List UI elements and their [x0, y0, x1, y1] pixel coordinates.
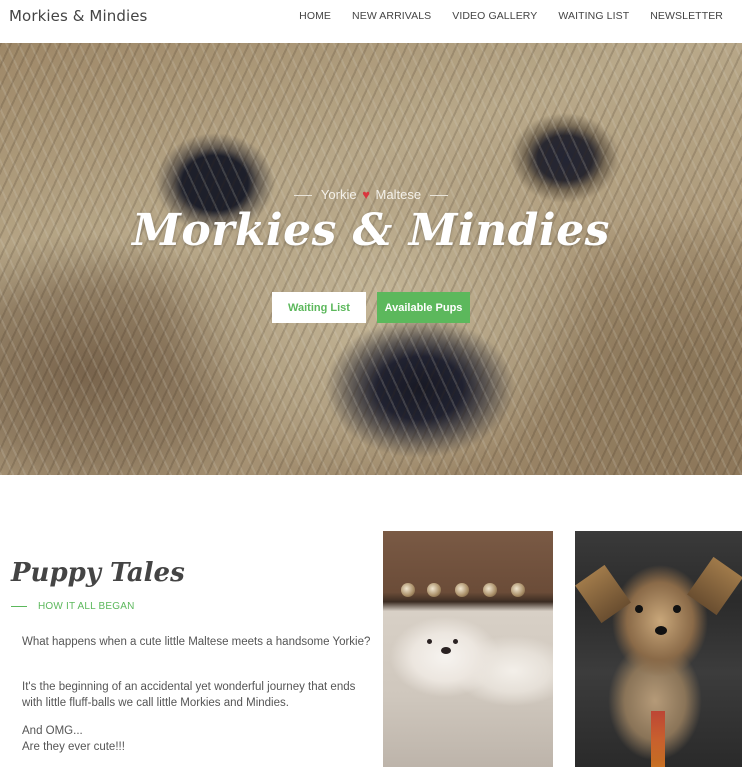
main-nav: HOME NEW ARRIVALS VIDEO GALLERY WAITING …: [278, 10, 723, 22]
dog-ear: [575, 564, 631, 624]
tagline-maltese: Maltese: [375, 187, 422, 202]
hero-overlay: [0, 43, 742, 475]
site-header: Morkies & Mindies HOME NEW ARRIVALS VIDE…: [0, 0, 742, 43]
tagline-right-dash: [430, 195, 449, 197]
story-paragraph-3: And OMG... Are they ever cute!!!: [22, 723, 372, 755]
puppy-tales-title: Puppy Tales: [11, 558, 185, 588]
stud: [401, 583, 415, 597]
story-line-omg: And OMG...: [22, 725, 83, 737]
dog-leash: [651, 711, 665, 767]
story-paragraph-1: What happens when a cute little Maltese …: [22, 636, 371, 648]
nav-new-arrivals[interactable]: NEW ARRIVALS: [352, 10, 431, 22]
hero-title: Morkies & Mindies: [132, 205, 610, 256]
dog-eye: [427, 639, 432, 644]
maltese-photo: [383, 531, 553, 767]
yorkie-photo: [575, 531, 742, 767]
tagline-yorkie: Yorkie: [320, 187, 357, 202]
waiting-list-button[interactable]: Waiting List: [272, 292, 366, 323]
dog-eye: [635, 605, 643, 613]
story-line-cute: Are they ever cute!!!: [22, 741, 125, 753]
nav-waiting-list[interactable]: WAITING LIST: [558, 10, 629, 22]
stud: [483, 583, 497, 597]
tagline-left-dash: [293, 195, 312, 197]
subheading-text: HOW IT ALL BEGAN: [38, 601, 135, 612]
stud: [427, 583, 441, 597]
dog-eye: [453, 639, 458, 644]
hero-tagline: Yorkie ♥ Maltese: [0, 187, 742, 202]
dog-eye: [673, 605, 681, 613]
nav-home[interactable]: HOME: [299, 10, 331, 22]
heart-icon: ♥: [362, 187, 370, 202]
subheading-line: [11, 605, 27, 607]
stud: [511, 583, 525, 597]
dog-nose: [441, 647, 451, 654]
dog-ear: [687, 556, 742, 616]
nav-video-gallery[interactable]: VIDEO GALLERY: [452, 10, 537, 22]
nav-newsletter[interactable]: NEWSLETTER: [650, 10, 723, 22]
hero-banner: Yorkie ♥ Maltese Morkies & Mindies Waiti…: [0, 43, 742, 475]
story-paragraph-2: It's the beginning of an accidental yet …: [22, 681, 356, 709]
stud: [455, 583, 469, 597]
site-logo[interactable]: Morkies & Mindies: [9, 7, 147, 25]
available-pups-button[interactable]: Available Pups: [377, 292, 470, 323]
puppy-tales-subheading: HOW IT ALL BEGAN: [11, 601, 135, 612]
dog-nose: [655, 626, 667, 635]
